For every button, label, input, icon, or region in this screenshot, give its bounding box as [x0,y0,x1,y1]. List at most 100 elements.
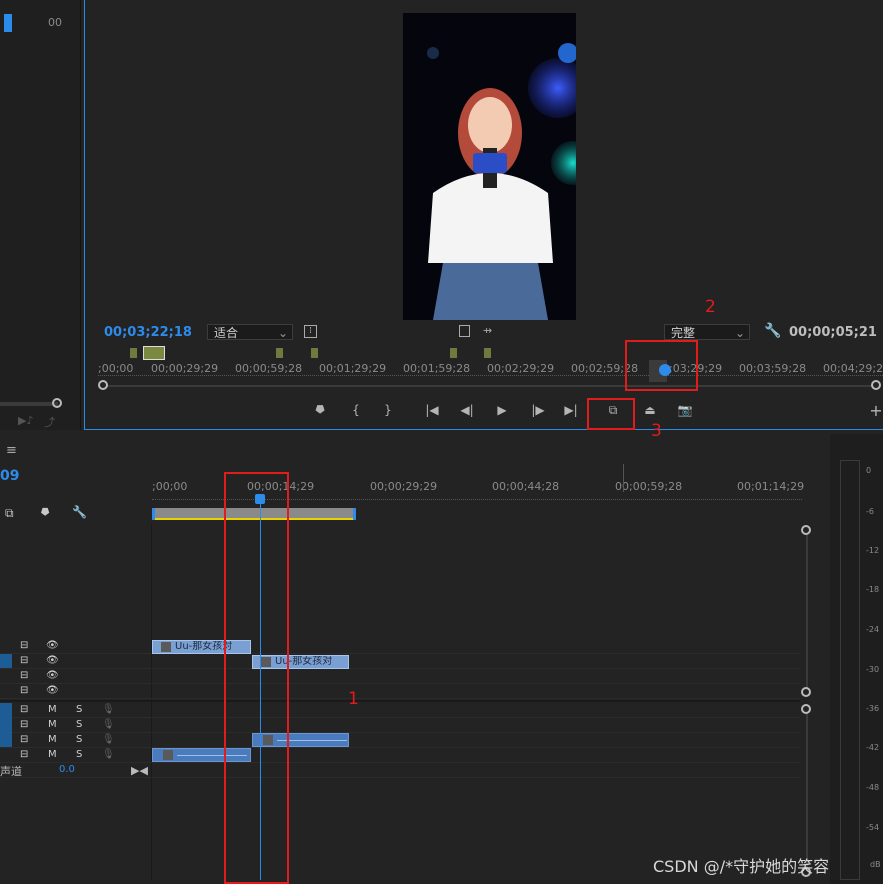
mute-button[interactable]: M [48,719,57,730]
meter-unit: dB [870,860,881,869]
annotation-box-2 [625,340,698,391]
marker-icon[interactable]: ⯂ [40,506,49,520]
work-area-out[interactable] [353,508,356,520]
video-track-row [0,639,800,654]
track-output-icon[interactable]: ⊟ [20,640,28,651]
extract-icon[interactable]: ⏏ [640,401,660,419]
zoom-handle-right[interactable] [871,380,881,390]
track-output-icon[interactable]: ⊟ [20,734,28,745]
go-to-out-icon[interactable]: ▶| [561,401,581,419]
scrollbar[interactable] [806,532,808,692]
track-output-icon[interactable]: ⊟ [20,670,28,681]
mark-in-icon[interactable]: { [346,401,366,419]
track-output-icon[interactable]: ⊟ [20,704,28,715]
meter-label: -48 [866,783,880,792]
meter-label: -18 [866,585,880,594]
microphone-icon[interactable]: 🎙 [102,704,115,715]
meter-label: -24 [866,625,880,634]
mute-button[interactable]: M [48,749,57,760]
fx-icon [161,642,171,652]
snap-icon[interactable]: ⧉ [5,506,14,521]
track-output-icon[interactable]: ⊟ [20,655,28,666]
audio-track-row [0,748,800,763]
track-divider [151,524,152,880]
step-forward-icon[interactable]: |▶ [528,401,548,419]
zoom-handle-left[interactable] [98,380,108,390]
wrench-icon[interactable]: 🔧 [72,505,87,519]
mute-button[interactable]: M [48,704,57,715]
microphone-icon[interactable]: 🎙 [102,749,115,760]
zoom-level-select[interactable]: 适合 ⌄ [207,324,293,340]
camera-icon[interactable]: 📷 [675,401,695,419]
ruler-label: 00;00;44;28 [492,480,560,493]
timeline-timecode[interactable]: 09 [0,468,19,484]
zoom-level-value: 适合 [214,326,239,340]
solo-button[interactable]: S [76,719,82,730]
annotation-label-1: 1 [348,689,359,709]
panel-value: 00 [48,16,62,29]
marker[interactable] [130,348,137,358]
wrench-icon[interactable]: 🔧 [764,323,781,339]
mark-out-icon[interactable]: } [378,401,398,419]
eye-icon[interactable]: 👁 [46,655,59,666]
marker[interactable] [450,348,457,358]
scroll-handle[interactable] [52,398,62,408]
marker[interactable] [311,348,318,358]
scroll-handle[interactable] [801,525,811,535]
step-back-icon[interactable]: ◀| [457,401,477,419]
playhead-marker[interactable] [4,14,12,32]
meter-label: -6 [866,507,874,516]
ruler-label: 00;02;29;29 [487,362,555,375]
current-timecode[interactable]: 00;03;22;18 [104,325,192,340]
chevron-down-icon: ⌄ [734,326,745,340]
solo-button[interactable]: S [76,704,82,715]
solo-button[interactable]: S [76,734,82,745]
quality-select[interactable]: 完整 ⌄ [664,324,750,340]
export-icon[interactable]: ⤴ [44,414,55,430]
chevron-down-icon: ⌄ [277,326,288,340]
eye-icon[interactable]: 👁 [46,670,59,681]
audio-track-row [0,703,800,718]
mute-button[interactable]: M [48,734,57,745]
microphone-icon[interactable]: 🎙 [102,734,115,745]
settings-icon[interactable]: ⁞ [304,325,317,338]
fx-icon [163,750,173,760]
meter-label: -30 [866,665,880,674]
scroll-handle[interactable] [801,704,811,714]
video-track-row [0,669,800,684]
track-separator [0,700,800,702]
add-marker-icon[interactable]: ⯂ [309,401,329,419]
eye-icon[interactable]: 👁 [46,685,59,696]
add-button-icon[interactable]: + [866,401,883,420]
meter-bar [840,460,860,880]
eye-icon[interactable]: 👁 [46,640,59,651]
track-target[interactable] [0,654,12,668]
video-track-row [0,684,800,699]
zoom-scrollbar[interactable] [104,385,876,387]
menu-icon[interactable]: ≡ [6,443,17,458]
solo-button[interactable]: S [76,749,82,760]
track-target[interactable] [0,703,12,747]
meter-label: 0 [866,466,872,475]
marker[interactable] [484,348,491,358]
ruler-label: 00;01;59;28 [403,362,471,375]
microphone-icon[interactable]: 🎙 [102,719,115,730]
marker[interactable] [143,346,165,360]
play-icon[interactable]: ▶ [492,401,512,419]
track-output-icon[interactable]: ⊟ [20,719,28,730]
scroll-handle[interactable] [801,687,811,697]
ruler-ticks [98,375,883,377]
track-output-icon[interactable]: ⊟ [20,749,28,760]
scrollbar[interactable] [806,710,808,870]
mix-track-row [0,763,800,778]
safe-margins-icon[interactable] [459,325,470,337]
work-area-in[interactable] [152,508,155,520]
insert-icon[interactable]: ▶♪ [18,414,33,427]
go-to-in-icon[interactable]: |◀ [422,401,442,419]
step-icon[interactable]: ⇸ [483,324,492,337]
scrollbar[interactable] [0,402,58,406]
track-output-icon[interactable]: ⊟ [20,685,28,696]
marker[interactable] [276,348,283,358]
quality-value: 完整 [671,326,696,340]
watermark: CSDN @/*守护她的笑容 [653,857,830,876]
